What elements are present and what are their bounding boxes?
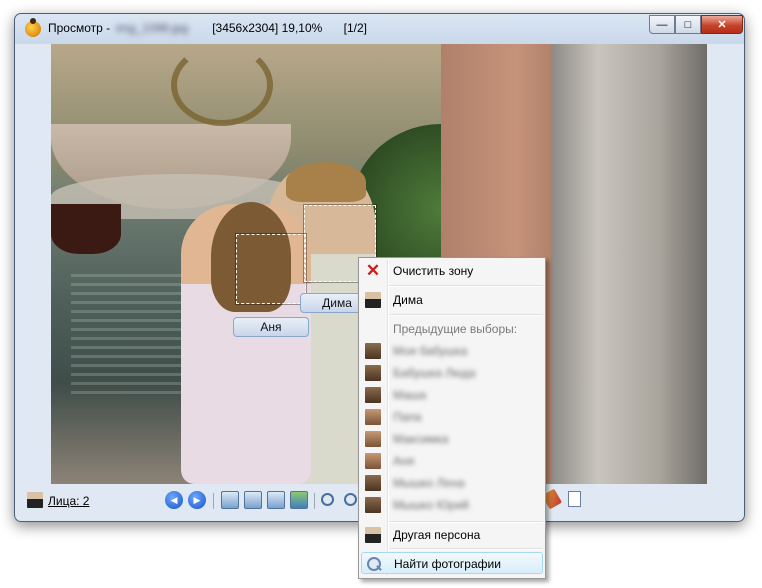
menu-separator: [389, 314, 543, 316]
person-avatar-icon: [365, 409, 381, 425]
image-position: [1/2]: [343, 21, 368, 35]
menu-item-previous[interactable]: Маша: [361, 384, 543, 406]
menu-item-previous[interactable]: Аня: [361, 450, 543, 472]
person-avatar-icon: [365, 453, 381, 469]
window-title: Просмотр - img_1098.jpg [3456x2304] 19,10%…: [48, 21, 367, 35]
menu-item-label: Моя бабушка: [393, 344, 468, 358]
menu-item-previous[interactable]: Моя бабушка: [361, 340, 543, 362]
menu-item-label: Папа: [393, 410, 422, 424]
face-label-anya[interactable]: Аня: [233, 317, 309, 337]
menu-item-label: Другая персона: [393, 528, 481, 542]
menu-item-previous[interactable]: Папа: [361, 406, 543, 428]
face-box-anya[interactable]: [236, 234, 306, 304]
menu-separator: [389, 285, 543, 287]
photo-boat: [51, 204, 121, 254]
prev-button[interactable]: ◀: [165, 491, 183, 509]
slideshow-button[interactable]: [267, 491, 285, 509]
menu-item-label: Маша: [393, 388, 427, 402]
menu-header-label: Предыдущие выборы:: [393, 322, 518, 336]
maximize-icon: □: [684, 18, 692, 31]
faces-count-link[interactable]: Лица: 2: [48, 494, 89, 508]
menu-item-label: Найти фотографии: [394, 557, 501, 571]
minimize-button[interactable]: —: [649, 15, 675, 34]
menu-item-clear-zone[interactable]: ✕ Очистить зону: [361, 260, 543, 282]
next-button[interactable]: ▶: [188, 491, 206, 509]
menu-item-label: Мышко Юрий: [393, 498, 469, 512]
next-icon: ▶: [193, 494, 201, 505]
menu-item-previous[interactable]: Бабушка Люда: [361, 362, 543, 384]
menu-item-person-dima[interactable]: Дима: [361, 289, 543, 311]
faces-icon: [27, 492, 43, 508]
photo-man-hair: [286, 162, 366, 202]
close-icon: ✕: [365, 261, 381, 280]
minimize-icon: —: [656, 18, 668, 31]
fit-button[interactable]: [221, 491, 239, 509]
maximize-button[interactable]: □: [675, 15, 701, 34]
person-avatar-icon: [365, 475, 381, 491]
toolbar-divider: [314, 493, 315, 509]
toolbar-divider: [213, 493, 214, 509]
person-avatar-icon: [365, 365, 381, 381]
menu-item-label: Мышко Лена: [393, 476, 465, 490]
person-avatar-icon: [365, 292, 381, 308]
close-icon: ✕: [717, 19, 727, 31]
menu-item-previous[interactable]: Мышко Юрий: [361, 494, 543, 516]
menu-item-previous[interactable]: Мышко Лена: [361, 472, 543, 494]
zoom-in-button[interactable]: [344, 493, 357, 506]
person-avatar-icon: [365, 497, 381, 513]
menu-item-label: Бабушка Люда: [393, 366, 476, 380]
person-avatar-icon: [365, 431, 381, 447]
title-bar[interactable]: Просмотр - img_1098.jpg [3456x2304] 19,10%…: [15, 14, 744, 44]
menu-item-find-photos[interactable]: Найти фотографии: [361, 552, 543, 574]
person-avatar-icon: [365, 527, 381, 543]
image-dimensions: [3456x2304]: [212, 21, 279, 35]
image-button[interactable]: [290, 491, 308, 509]
close-button[interactable]: ✕: [701, 15, 743, 34]
prev-icon: ◀: [170, 494, 178, 505]
context-menu: ✕ Очистить зону Дима Предыдущие выборы: …: [358, 257, 546, 579]
zoom-level: 19,10%: [281, 21, 323, 35]
app-icon: [25, 18, 41, 37]
document-button[interactable]: [568, 491, 581, 507]
menu-item-label: Дима: [393, 293, 423, 307]
person-avatar-icon: [365, 343, 381, 359]
menu-item-label: Максимка: [393, 432, 449, 446]
menu-item-label: Очистить зону: [393, 264, 474, 278]
menu-separator: [389, 521, 543, 523]
menu-item-other-person[interactable]: Другая персона: [361, 524, 543, 546]
title-text: Просмотр -: [48, 21, 111, 35]
menu-separator: [389, 548, 543, 550]
menu-item-label: Аня: [393, 454, 415, 468]
person-avatar-icon: [365, 387, 381, 403]
menu-item-previous[interactable]: Максимка: [361, 428, 543, 450]
photo-lamp: [171, 44, 273, 126]
actual-size-button[interactable]: [244, 491, 262, 509]
title-filename-obscured: img_1098.jpg: [116, 21, 189, 35]
photo-pillar: [551, 44, 707, 484]
zoom-out-button[interactable]: [321, 493, 334, 506]
menu-header-previous: Предыдущие выборы:: [361, 318, 543, 340]
